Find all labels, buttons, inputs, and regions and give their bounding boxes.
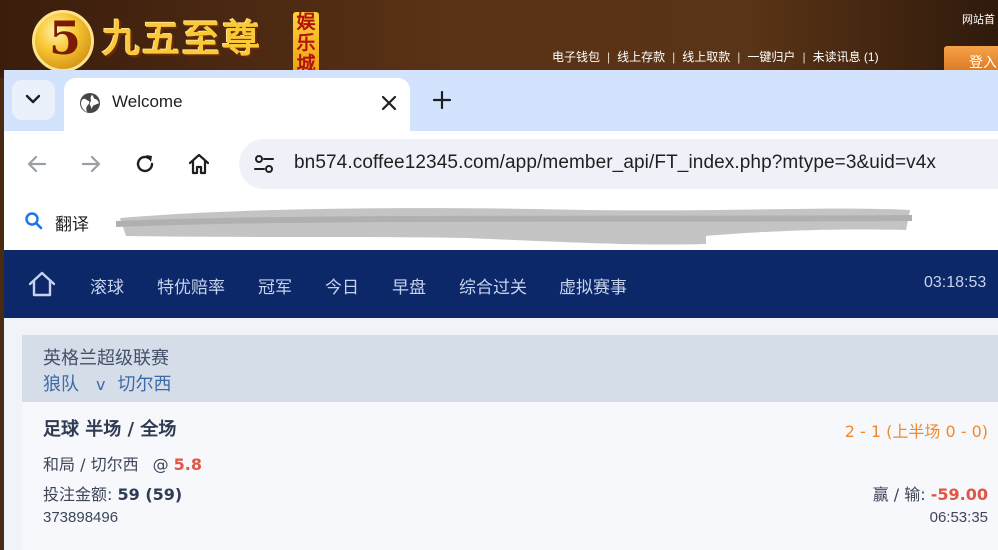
tab-strip: Welcome bbox=[4, 70, 998, 131]
nav-best-odds[interactable]: 特优赔率 bbox=[157, 273, 225, 298]
nav-virtual-sports[interactable]: 虚拟赛事 bbox=[559, 273, 627, 298]
browser-window: Welcome bn574.coffee12345.com/app/member… bbox=[4, 70, 998, 550]
casino-site-header: 5 九五至尊 娱乐城 电子钱包 | 线上存款 | 线上取款 | 一键归户 | 未读讯息 (1) … bbox=[0, 0, 998, 78]
nav-clock: 03:18:53 bbox=[924, 274, 987, 291]
link-separator: | bbox=[802, 50, 806, 64]
tab-search-icon bbox=[25, 94, 41, 104]
reload-icon[interactable] bbox=[133, 152, 157, 176]
tab-welcome[interactable]: Welcome bbox=[64, 78, 410, 131]
selection-text: 和局 / 切尔西 bbox=[43, 455, 139, 474]
home-icon[interactable] bbox=[187, 152, 211, 176]
bookmark-translate[interactable]: 翻译 bbox=[55, 210, 89, 235]
plus-icon[interactable] bbox=[432, 90, 452, 110]
match-teams: 狼队 v 切尔西 bbox=[43, 370, 171, 396]
tune-icon[interactable] bbox=[253, 153, 275, 175]
back-icon[interactable] bbox=[25, 152, 49, 176]
away-team: 切尔西 bbox=[117, 374, 172, 395]
redaction-scribble bbox=[116, 208, 912, 245]
stake-label: 投注金额: bbox=[43, 485, 113, 504]
casino-logo-icon: 5 bbox=[32, 10, 94, 72]
nav-parlay[interactable]: 综合过关 bbox=[459, 273, 527, 298]
link-separator: | bbox=[607, 50, 611, 64]
bookmarks-bar: 翻译 bbox=[4, 197, 998, 251]
home-team: 狼队 bbox=[43, 374, 79, 395]
bet-history-content: 英格兰超级联赛 狼队 v 切尔西 足球 半场 / 全场 2 - 1 (上半场 0 -… bbox=[4, 318, 998, 550]
site-home-link[interactable]: 网站首 bbox=[962, 11, 995, 27]
site-account-links: 电子钱包 | 线上存款 | 线上取款 | 一键归户 | 未读讯息 (1) bbox=[552, 48, 879, 65]
bet-type: 足球 半场 / 全场 bbox=[43, 419, 177, 440]
globe-icon bbox=[80, 93, 100, 113]
link-unread-messages[interactable]: 未读讯息 (1) bbox=[813, 50, 879, 64]
tab-title: Welcome bbox=[112, 92, 183, 111]
forward-icon[interactable] bbox=[79, 152, 103, 176]
casino-logo-text: 九五至尊 bbox=[102, 16, 263, 61]
search-icon bbox=[25, 212, 43, 230]
tab-search-button[interactable] bbox=[12, 80, 55, 120]
odds-value: 5.8 bbox=[173, 455, 203, 474]
nav-in-play[interactable]: 滚球 bbox=[90, 273, 124, 298]
ticket-id: 373898496 bbox=[43, 509, 119, 526]
link-separator: | bbox=[737, 50, 741, 64]
match-score: 2 - 1 (上半场 0 - 0) bbox=[844, 422, 988, 441]
link-e-wallet[interactable]: 电子钱包 bbox=[552, 50, 600, 64]
match-header: 英格兰超级联赛 狼队 v 切尔西 bbox=[22, 335, 998, 402]
bet-selection: 和局 / 切尔西 @ 5.8 bbox=[43, 451, 202, 475]
stake-amount: 投注金额: 59 (59) bbox=[43, 481, 182, 505]
browser-toolbar: bn574.coffee12345.com/app/member_api/FT_… bbox=[4, 131, 998, 197]
nav-early[interactable]: 早盘 bbox=[392, 273, 426, 298]
link-separator: | bbox=[672, 50, 676, 64]
nav-today[interactable]: 今日 bbox=[325, 273, 359, 298]
link-withdraw[interactable]: 线上取款 bbox=[682, 50, 730, 64]
bet-time: 06:53:35 bbox=[929, 509, 988, 526]
bet-record: 足球 半场 / 全场 2 - 1 (上半场 0 - 0) 和局 / 切尔西 @ 5… bbox=[22, 402, 998, 550]
win-loss-label: 赢 / 输: bbox=[872, 485, 926, 504]
close-icon[interactable] bbox=[380, 94, 398, 112]
league-name: 英格兰超级联赛 bbox=[43, 348, 169, 369]
nav-outrights[interactable]: 冠军 bbox=[258, 273, 292, 298]
home-icon[interactable] bbox=[28, 271, 56, 297]
link-one-click-transfer[interactable]: 一键归户 bbox=[747, 50, 795, 64]
address-bar[interactable]: bn574.coffee12345.com/app/member_api/FT_… bbox=[239, 139, 998, 189]
logo-digit: 5 bbox=[49, 11, 82, 65]
casino-logo-badge: 娱乐城 bbox=[293, 12, 319, 74]
odds-at: @ bbox=[152, 455, 169, 474]
url-text[interactable]: bn574.coffee12345.com/app/member_api/FT_… bbox=[294, 152, 936, 174]
link-deposit[interactable]: 线上存款 bbox=[617, 50, 665, 64]
sports-nav-bar: 滚球 特优赔率 冠军 今日 早盘 综合过关 虚拟赛事 03:18:53 bbox=[4, 250, 998, 318]
win-loss-value: -59.00 bbox=[930, 485, 988, 504]
win-loss: 赢 / 输: -59.00 bbox=[873, 481, 988, 505]
versus-label: v bbox=[96, 375, 106, 394]
stake-value: 59 (59) bbox=[117, 485, 183, 504]
